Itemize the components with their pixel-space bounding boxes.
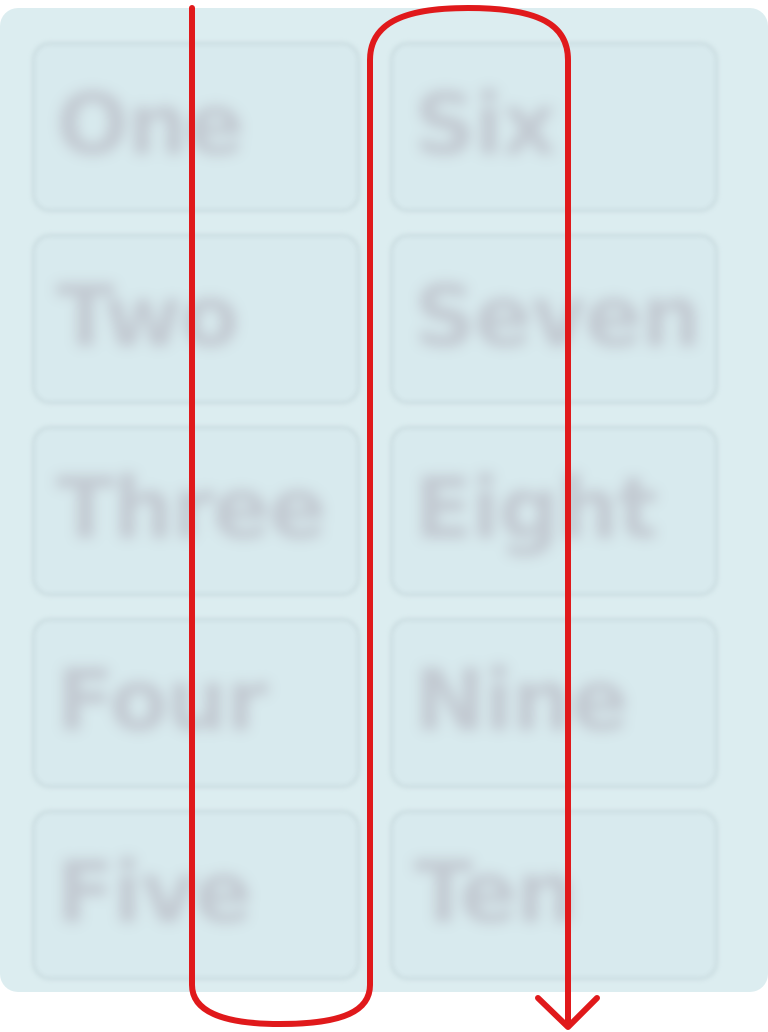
cell-two: Two [32,234,360,404]
cell-eight: Eight [390,426,718,596]
cell-label: Three [56,459,327,559]
cell-label: Seven [414,267,702,367]
cell-label: Four [56,651,268,751]
cell-ten: Ten [390,810,718,980]
cell-six: Six [390,42,718,212]
cell-label: Six [414,75,557,175]
cell-label: Two [56,267,240,367]
cell-label: One [56,75,245,175]
cell-seven: Seven [390,234,718,404]
cell-label: Five [56,843,253,943]
cell-nine: Nine [390,618,718,788]
arrowhead-icon [535,995,600,1030]
cell-five: Five [32,810,360,980]
cell-three: Three [32,426,360,596]
cell-label: Eight [414,459,658,559]
label-grid: One Two Three Four Five Six Seven Eight … [0,8,768,992]
cell-one: One [32,42,360,212]
cell-four: Four [32,618,360,788]
cell-label: Ten [414,843,577,943]
blurred-grid-panel: One Two Three Four Five Six Seven Eight … [0,8,768,992]
cell-label: Nine [414,651,629,751]
